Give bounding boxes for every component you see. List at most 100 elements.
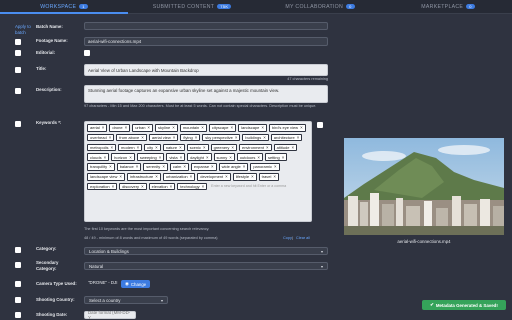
- keyword-chip[interactable]: discovery ×: [119, 182, 147, 191]
- keyword-chip[interactable]: landscape view ×: [87, 172, 125, 181]
- apply-to-batch-link[interactable]: Apply to batch: [15, 24, 33, 35]
- keyword-chip[interactable]: scenic ×: [186, 143, 209, 152]
- tab-submitted-content[interactable]: SUBMITTED CONTENT 75K: [128, 0, 256, 13]
- remove-keyword-icon[interactable]: ×: [190, 174, 193, 179]
- batch-name-input[interactable]: [84, 22, 328, 30]
- keyword-chip[interactable]: greenery ×: [210, 143, 237, 152]
- keyword-chip[interactable]: serenity ×: [143, 163, 168, 171]
- remove-keyword-icon[interactable]: ×: [180, 155, 183, 160]
- keyword-chip[interactable]: drone ×: [109, 124, 131, 132]
- secondary-category-checkbox[interactable]: [15, 262, 21, 268]
- keyword-chip[interactable]: tranquility ×: [87, 163, 115, 171]
- keyword-chip[interactable]: skyline ×: [155, 124, 178, 132]
- keyword-chip[interactable]: architecture ×: [270, 133, 303, 142]
- remove-keyword-icon[interactable]: ×: [235, 135, 238, 140]
- keyword-chip[interactable]: metropolis ×: [87, 143, 117, 152]
- remove-keyword-icon[interactable]: ×: [263, 135, 266, 140]
- keyword-chip[interactable]: aerial ×: [87, 124, 108, 132]
- keyword-chip[interactable]: outdoors ×: [236, 153, 263, 161]
- keyword-chip[interactable]: altitude ×: [273, 143, 298, 152]
- keyword-chip[interactable]: clouds ×: [87, 153, 110, 161]
- remove-keyword-icon[interactable]: ×: [202, 184, 205, 189]
- keyword-chip[interactable]: flying ×: [180, 133, 201, 142]
- remove-keyword-icon[interactable]: ×: [243, 164, 246, 169]
- shooting-date-checkbox[interactable]: [15, 312, 21, 318]
- keyword-chip[interactable]: infrastructure ×: [126, 172, 161, 181]
- keyword-chip[interactable]: horizon ×: [111, 153, 135, 161]
- shooting-country-select[interactable]: Select a country ▾: [84, 296, 168, 304]
- remove-keyword-icon[interactable]: ×: [201, 125, 204, 130]
- category-checkbox[interactable]: [15, 247, 21, 253]
- keyword-chip[interactable]: city ×: [144, 143, 161, 152]
- keyword-chip[interactable]: nature ×: [162, 143, 185, 152]
- video-preview-thumbnail[interactable]: [344, 138, 504, 235]
- remove-keyword-icon[interactable]: ×: [229, 155, 232, 160]
- remove-keyword-icon[interactable]: ×: [172, 125, 175, 130]
- camera-type-checkbox[interactable]: [15, 281, 21, 287]
- keyword-chip[interactable]: aerial view ×: [148, 133, 179, 142]
- remove-keyword-icon[interactable]: ×: [211, 164, 214, 169]
- tab-my-collaboration[interactable]: MY COLLABORATION 0: [256, 0, 384, 13]
- remove-keyword-icon[interactable]: ×: [300, 125, 303, 130]
- remove-keyword-icon[interactable]: ×: [109, 164, 112, 169]
- keyword-chip[interactable]: from above ×: [116, 133, 147, 142]
- remove-keyword-icon[interactable]: ×: [231, 145, 234, 150]
- keyword-chip[interactable]: elevation ×: [148, 182, 176, 191]
- editorial-checkbox[interactable]: [84, 50, 90, 56]
- remove-keyword-icon[interactable]: ×: [155, 174, 158, 179]
- remove-keyword-icon[interactable]: ×: [110, 145, 113, 150]
- remove-keyword-icon[interactable]: ×: [231, 125, 234, 130]
- remove-keyword-icon[interactable]: ×: [102, 125, 105, 130]
- keyword-chip[interactable]: technology ×: [177, 182, 208, 191]
- remove-keyword-icon[interactable]: ×: [291, 145, 294, 150]
- remove-keyword-icon[interactable]: ×: [297, 135, 300, 140]
- keyword-chip[interactable]: daylight ×: [187, 153, 212, 161]
- remove-keyword-icon[interactable]: ×: [225, 174, 228, 179]
- clear-all-keywords-link[interactable]: Clear all: [296, 236, 310, 241]
- tab-workspace[interactable]: WORKSPACE 1: [0, 0, 128, 14]
- remove-keyword-icon[interactable]: ×: [125, 125, 128, 130]
- keyword-chip[interactable]: sunny ×: [213, 153, 235, 161]
- keyword-chip[interactable]: calm ×: [169, 163, 189, 171]
- remove-keyword-icon[interactable]: ×: [141, 135, 144, 140]
- remove-keyword-icon[interactable]: ×: [155, 145, 158, 150]
- shooting-country-checkbox[interactable]: [15, 297, 21, 303]
- change-camera-button[interactable]: ◉ Change: [121, 280, 151, 288]
- remove-keyword-icon[interactable]: ×: [104, 155, 107, 160]
- copy-keywords-link[interactable]: Copy: [283, 236, 292, 241]
- remove-keyword-icon[interactable]: ×: [274, 164, 277, 169]
- tab-marketplace[interactable]: MARKETPLACE 0: [384, 0, 512, 13]
- remove-keyword-icon[interactable]: ×: [170, 184, 173, 189]
- remove-keyword-icon[interactable]: ×: [137, 145, 140, 150]
- keyword-chip[interactable]: cityscape ×: [208, 124, 237, 132]
- secondary-category-select[interactable]: Natural ▾: [84, 262, 328, 270]
- remove-keyword-icon[interactable]: ×: [273, 174, 276, 179]
- keyword-chip[interactable]: lifestyle ×: [232, 172, 257, 181]
- remove-keyword-icon[interactable]: ×: [257, 155, 260, 160]
- footage-name-input[interactable]: aerial-wifi-connections.mp4: [84, 37, 328, 46]
- remove-keyword-icon[interactable]: ×: [203, 145, 206, 150]
- title-checkbox[interactable]: [15, 67, 21, 73]
- remove-keyword-icon[interactable]: ×: [173, 135, 176, 140]
- remove-keyword-icon[interactable]: ×: [119, 174, 122, 179]
- remove-keyword-icon[interactable]: ×: [183, 164, 186, 169]
- keyword-chip[interactable]: overhead ×: [87, 133, 115, 142]
- keyword-chip[interactable]: buildings ×: [242, 133, 269, 142]
- keyword-chip[interactable]: landscape ×: [238, 124, 267, 132]
- keywords-right-checkbox[interactable]: [317, 122, 323, 128]
- keyword-input[interactable]: Enter a new keyword and hit Enter or a c…: [209, 183, 286, 191]
- keyword-chip[interactable]: vista ×: [166, 153, 186, 161]
- keyword-chip[interactable]: urban ×: [132, 124, 153, 132]
- keywords-tag-box[interactable]: aerial × drone × urban × skyline × mountain × city…: [84, 121, 312, 222]
- editorial-row-checkbox[interactable]: [15, 50, 21, 56]
- keyword-chip[interactable]: development ×: [197, 172, 231, 181]
- keyword-chip[interactable]: panoramic ×: [250, 163, 280, 171]
- keyword-chip[interactable]: modern ×: [118, 143, 143, 152]
- remove-keyword-icon[interactable]: ×: [109, 135, 112, 140]
- keyword-chip[interactable]: wide angle ×: [218, 163, 249, 171]
- title-input[interactable]: Aerial View of Urban Landscape with Moun…: [84, 64, 328, 76]
- remove-keyword-icon[interactable]: ×: [282, 155, 285, 160]
- remove-keyword-icon[interactable]: ×: [112, 184, 115, 189]
- keywords-checkbox[interactable]: [15, 121, 21, 127]
- keyword-chip[interactable]: balance ×: [116, 163, 142, 171]
